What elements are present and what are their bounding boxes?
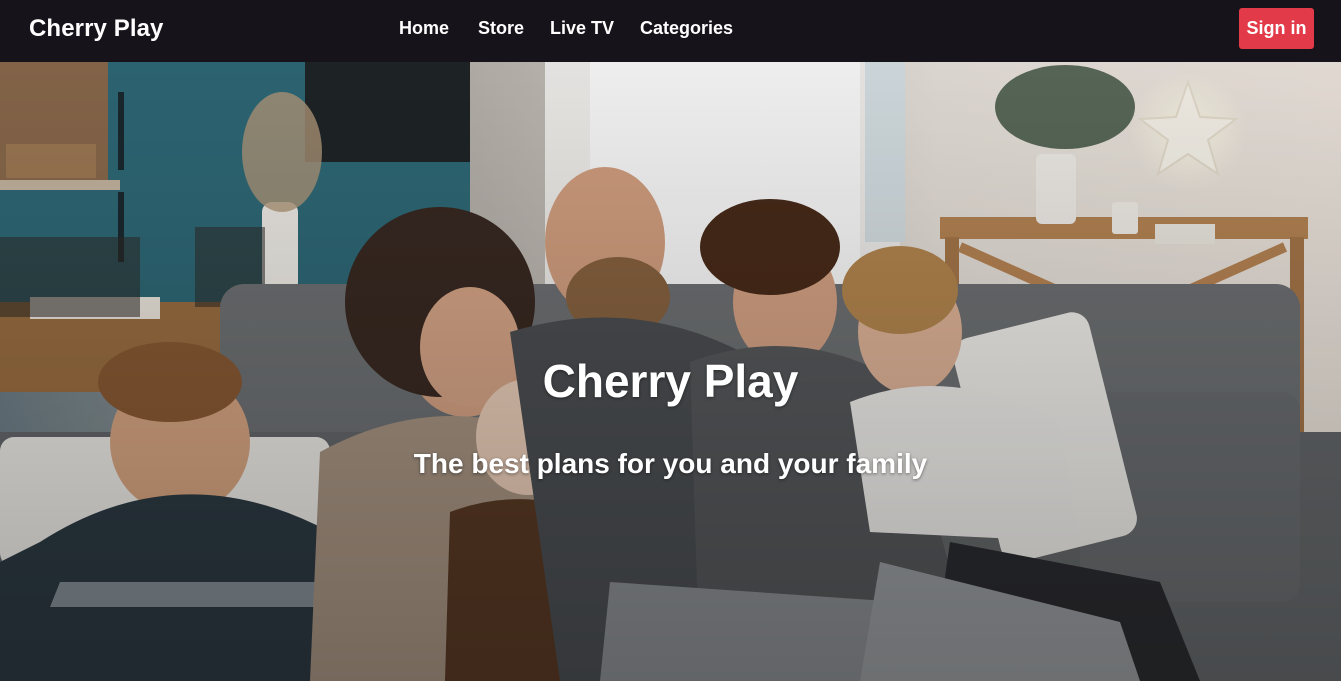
hero-subtitle: The best plans for you and your family: [413, 448, 928, 479]
navbar: Cherry Play Home Store Live TV Categorie…: [0, 0, 1341, 62]
nav-link-store[interactable]: Store: [478, 18, 524, 39]
nav-link-categories[interactable]: Categories: [640, 18, 733, 39]
sign-in-button[interactable]: Sign in: [1239, 8, 1314, 49]
brand-logo-link[interactable]: Cherry Play: [29, 15, 164, 43]
nav-link-live-tv[interactable]: Live TV: [550, 18, 614, 39]
hero-section: Cherry Play The best plans for you and y…: [0, 62, 1341, 681]
hero-title: Cherry Play: [542, 355, 799, 407]
nav-link-home[interactable]: Home: [399, 18, 449, 39]
